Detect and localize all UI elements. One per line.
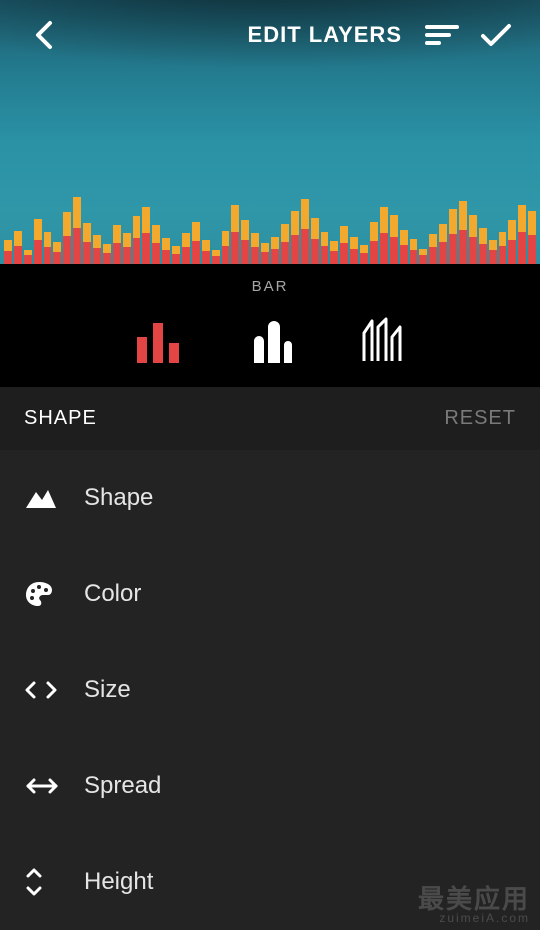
eq-bar <box>321 232 329 264</box>
eq-bar <box>162 238 170 264</box>
list-item-label: Shape <box>84 484 153 512</box>
eq-bar <box>241 220 249 264</box>
eq-bar <box>281 224 289 264</box>
eq-bar <box>251 233 259 264</box>
eq-bar <box>340 226 348 264</box>
list-item-label: Height <box>84 868 153 896</box>
eq-bar <box>34 219 42 264</box>
eq-bar <box>429 234 437 264</box>
list-item-color[interactable]: Color <box>0 546 540 642</box>
eq-bar <box>133 216 141 264</box>
list-item-spread[interactable]: Spread <box>0 738 540 834</box>
eq-bar <box>152 225 160 264</box>
shape-icon <box>24 486 84 510</box>
eq-bar <box>93 235 101 264</box>
spread-icon <box>24 776 84 796</box>
eq-bar <box>83 223 91 264</box>
back-button[interactable] <box>22 13 66 57</box>
eq-bar <box>459 201 467 264</box>
bars-outline-icon <box>358 317 406 363</box>
header-bar: EDIT LAYERS <box>0 0 540 70</box>
sort-button[interactable] <box>420 13 464 57</box>
eq-bar <box>489 240 497 264</box>
eq-bar <box>44 232 52 264</box>
preview-canvas: EDIT LAYERS <box>0 0 540 264</box>
eq-bar <box>24 250 32 264</box>
eq-bar <box>261 243 269 264</box>
chevron-left-icon <box>33 20 55 50</box>
list-item-label: Color <box>84 580 141 608</box>
list-item-height[interactable]: Height <box>0 834 540 930</box>
eq-bar <box>73 197 81 264</box>
list-item-size[interactable]: Size <box>0 642 540 738</box>
eq-bar <box>53 242 61 264</box>
eq-bar <box>202 240 210 264</box>
eq-bar <box>370 222 378 264</box>
eq-bar <box>311 218 319 264</box>
eq-bar <box>439 224 447 264</box>
properties-list: Shape Color Size Spread Height <box>0 450 540 930</box>
eq-bar <box>330 241 338 264</box>
shape-option-bar-outline[interactable] <box>355 315 409 363</box>
shape-picker-label: BAR <box>0 278 540 295</box>
height-icon <box>24 867 84 897</box>
eq-bar <box>291 211 299 264</box>
eq-bar <box>182 233 190 264</box>
eq-bar <box>192 222 200 264</box>
reset-button[interactable]: RESET <box>444 407 516 430</box>
palette-icon <box>24 580 84 608</box>
eq-bar <box>410 239 418 264</box>
eq-bar <box>103 244 111 264</box>
eq-bar <box>508 220 516 264</box>
eq-bar <box>449 209 457 264</box>
shape-picker-strip: BAR <box>0 264 540 387</box>
eq-bar <box>271 237 279 264</box>
eq-bar <box>172 246 180 264</box>
confirm-button[interactable] <box>474 13 518 57</box>
eq-bar <box>479 228 487 264</box>
eq-bar <box>4 240 12 264</box>
bars-plain-icon <box>134 319 182 363</box>
check-icon <box>480 22 512 48</box>
shape-option-bar-plain[interactable] <box>131 315 185 363</box>
eq-bar <box>419 249 427 264</box>
list-item-label: Size <box>84 676 131 704</box>
eq-bar <box>231 205 239 264</box>
eq-bar <box>499 232 507 264</box>
eq-bar <box>400 230 408 264</box>
eq-bar <box>212 250 220 264</box>
equalizer-visualizer <box>0 174 540 264</box>
eq-bar <box>142 207 150 264</box>
list-item-shape[interactable]: Shape <box>0 450 540 546</box>
eq-bar <box>113 225 121 264</box>
size-icon <box>24 680 84 700</box>
list-item-label: Spread <box>84 772 161 800</box>
eq-bar <box>518 205 526 264</box>
section-label: SHAPE <box>24 407 97 430</box>
bars-rounded-icon <box>246 319 294 363</box>
eq-bar <box>123 233 131 264</box>
eq-bar <box>350 237 358 264</box>
eq-bar <box>380 207 388 264</box>
section-header: SHAPE RESET <box>0 387 540 450</box>
eq-bar <box>528 211 536 264</box>
eq-bar <box>301 199 309 264</box>
sort-icon <box>425 23 459 47</box>
eq-bar <box>63 212 71 264</box>
eq-bar <box>222 231 230 264</box>
shape-option-bar-rounded[interactable] <box>243 315 297 363</box>
eq-bar <box>390 215 398 264</box>
eq-bar <box>469 215 477 264</box>
eq-bar <box>360 245 368 264</box>
eq-bar <box>14 231 22 264</box>
page-title: EDIT LAYERS <box>66 22 420 48</box>
